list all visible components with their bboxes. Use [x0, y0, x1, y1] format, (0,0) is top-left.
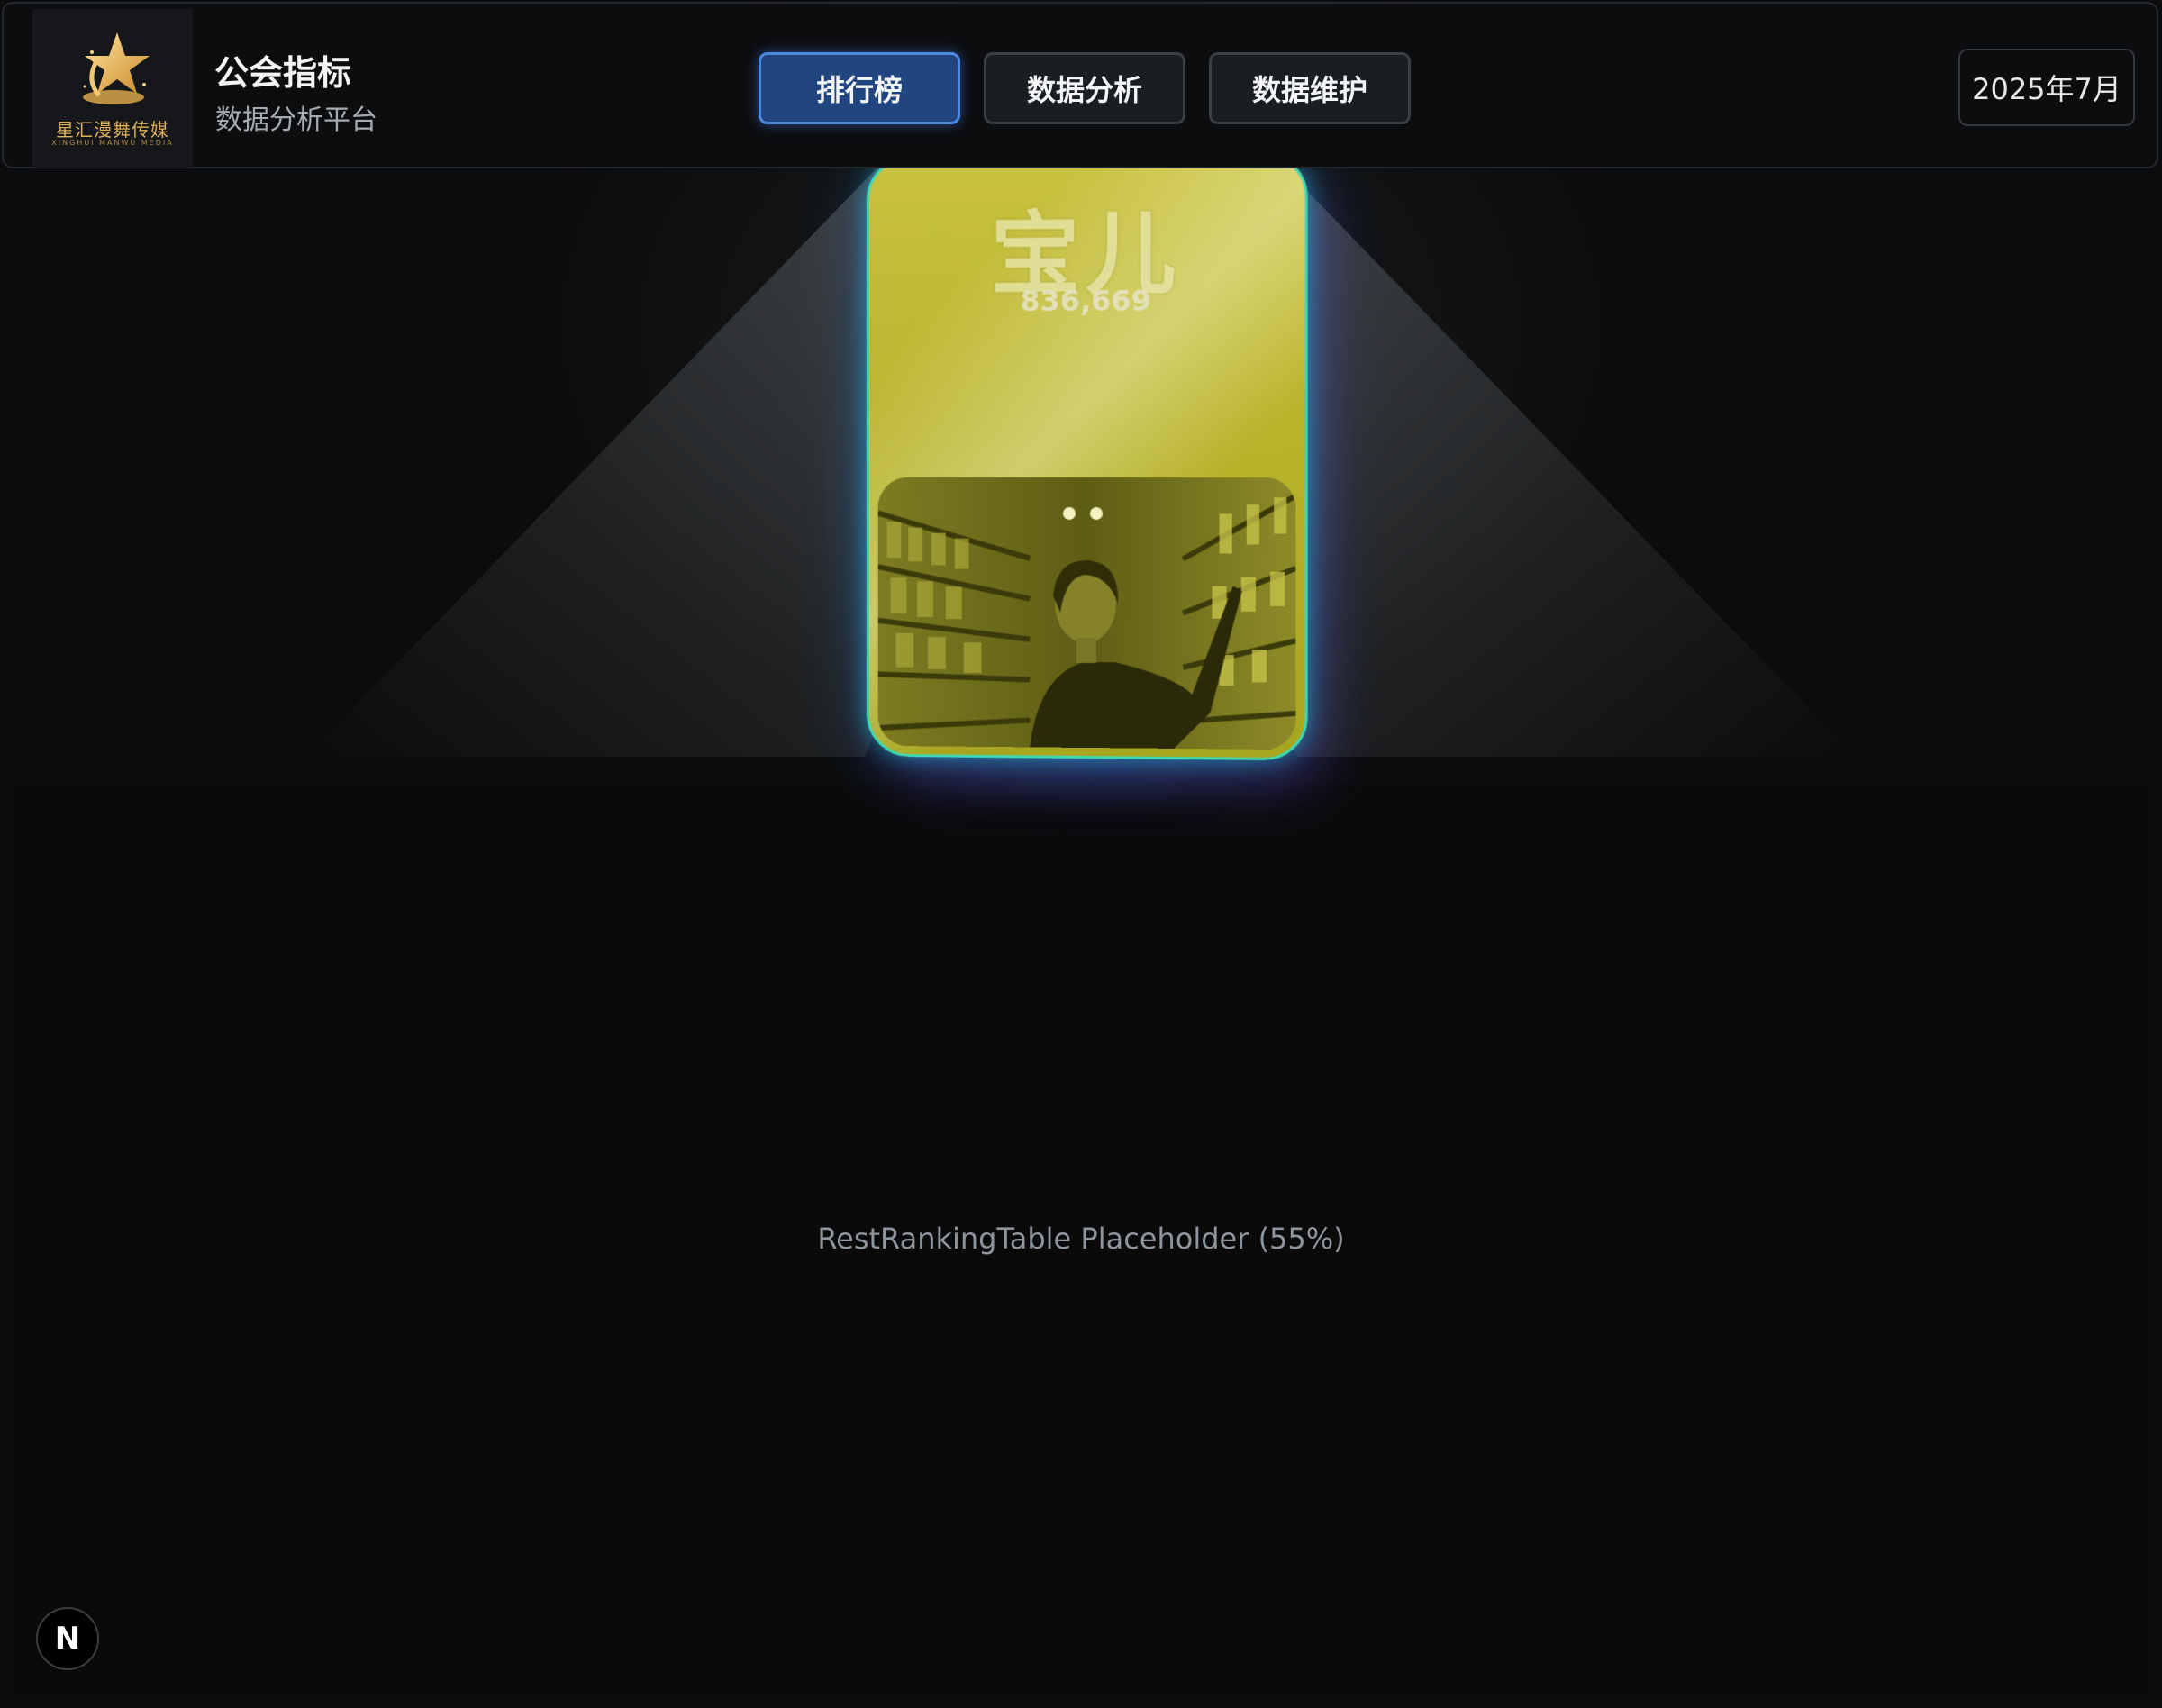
app-subtitle: 数据分析平台	[215, 104, 377, 136]
logo-text: 星汇漫舞传媒	[56, 119, 169, 141]
tab-data-maintenance[interactable]: 数据维护	[1209, 52, 1411, 124]
card-photo	[877, 477, 1296, 750]
app-title: 公会指标	[214, 53, 352, 93]
profile-photo-image	[877, 477, 1296, 750]
logo-subtext: XINGHUI MANWU MEDIA	[51, 139, 174, 147]
next-dev-badge[interactable]: N	[36, 1607, 99, 1670]
page-root: 星汇漫舞传媒 XINGHUI MANWU MEDIA 公会指标 数据分析平台 排…	[0, 0, 2162, 1708]
rest-ranking-placeholder: RestRankingTable Placeholder (55%)	[817, 1222, 1345, 1256]
brand-logo[interactable]: 星汇漫舞传媒 XINGHUI MANWU MEDIA	[32, 9, 193, 168]
tab-ranking[interactable]: 排行榜	[759, 52, 960, 124]
top-rank-card[interactable]: 宝儿 836,669	[866, 152, 1308, 761]
card-score: 836,669	[1020, 283, 1151, 319]
top-header: 星汇漫舞传媒 XINGHUI MANWU MEDIA 公会指标 数据分析平台 排…	[2, 2, 2158, 168]
tab-data-analysis[interactable]: 数据分析	[984, 52, 1185, 124]
period-selector[interactable]: 2025年7月	[1958, 49, 2135, 126]
